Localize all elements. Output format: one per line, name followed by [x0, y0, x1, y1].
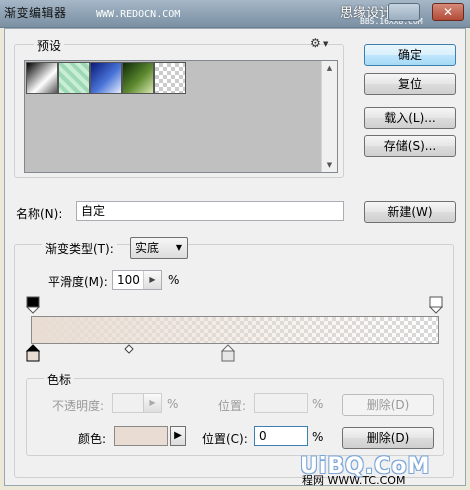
load-button[interactable]: 载入(L)... — [364, 107, 456, 129]
opacity-input[interactable]: ▶ — [112, 393, 162, 413]
name-input[interactable]: 自定 — [76, 201, 344, 221]
preset-swatch-green-pattern[interactable] — [58, 62, 90, 94]
opacity-stop-left[interactable] — [25, 296, 41, 314]
color-position-label: 位置(C): — [202, 432, 248, 446]
opacity-position-label: 位置: — [218, 399, 247, 413]
new-button[interactable]: 新建(W) — [364, 201, 456, 223]
opacity-percent: % — [167, 397, 179, 411]
opacity-arrow-icon[interactable]: ▶ — [143, 394, 161, 412]
stops-label: 色标 — [44, 371, 75, 388]
preset-swatch-transparent[interactable] — [154, 62, 186, 94]
opacity-position-percent: % — [312, 397, 324, 411]
opacity-delete-button[interactable]: 删除(D) — [342, 394, 434, 416]
color-position-percent: % — [312, 430, 324, 444]
name-label: 名称(N): — [16, 207, 63, 221]
chevron-down-icon: ▼ — [323, 40, 329, 48]
color-arrow-icon[interactable]: ▶ — [170, 426, 186, 446]
smoothness-arrow-icon[interactable]: ▶ — [143, 271, 161, 289]
preset-swatch-blue-white[interactable] — [90, 62, 122, 94]
smoothness-input[interactable]: 100 ▶ — [112, 270, 162, 290]
smoothness-value: 100 — [117, 273, 140, 287]
minimize-button[interactable] — [388, 3, 420, 21]
close-icon: ✕ — [442, 5, 454, 19]
url-overlay: WWW.REDOCN.COM — [96, 9, 181, 20]
smoothness-percent: % — [168, 273, 180, 287]
color-position-input[interactable]: 0 — [254, 426, 308, 446]
color-stop-left[interactable] — [25, 344, 41, 362]
gradient-preview-bar[interactable] — [31, 316, 439, 344]
presets-label: 预设 — [34, 37, 65, 54]
color-delete-button[interactable]: 删除(D) — [342, 427, 434, 449]
ok-button[interactable]: 确定 — [364, 44, 456, 66]
footer-watermark: UiBQ.CoM — [300, 454, 431, 479]
opacity-position-input[interactable] — [254, 393, 308, 413]
color-stop-right[interactable] — [220, 344, 236, 362]
smoothness-label: 平滑度(M): — [48, 275, 108, 289]
chevron-down-icon: ▼ — [175, 243, 182, 252]
reset-button[interactable]: 复位 — [364, 73, 456, 95]
preset-scrollbar[interactable]: ▲ ▼ — [321, 61, 337, 172]
gradient-type-label: 渐变类型(T): — [42, 240, 117, 257]
scroll-down-icon[interactable]: ▼ — [322, 161, 337, 169]
gradient-type-select[interactable]: 实底 ▼ — [130, 237, 188, 259]
gear-icon[interactable]: ⚙ — [310, 36, 321, 50]
gradient-type-value: 实底 — [135, 241, 160, 255]
color-label: 颜色: — [78, 432, 107, 446]
color-swatch[interactable] — [114, 426, 168, 446]
midpoint-diamond[interactable] — [124, 344, 134, 354]
window-title: 渐变编辑器 — [4, 6, 67, 20]
scroll-up-icon[interactable]: ▲ — [322, 64, 337, 72]
preset-swatch-green-white[interactable] — [122, 62, 154, 94]
close-button[interactable]: ✕ — [432, 3, 464, 21]
opacity-label: 不透明度: — [52, 399, 105, 413]
save-button[interactable]: 存储(S)... — [364, 135, 456, 157]
preset-swatch-black-white[interactable] — [26, 62, 58, 94]
opacity-stop-right[interactable] — [428, 296, 444, 314]
